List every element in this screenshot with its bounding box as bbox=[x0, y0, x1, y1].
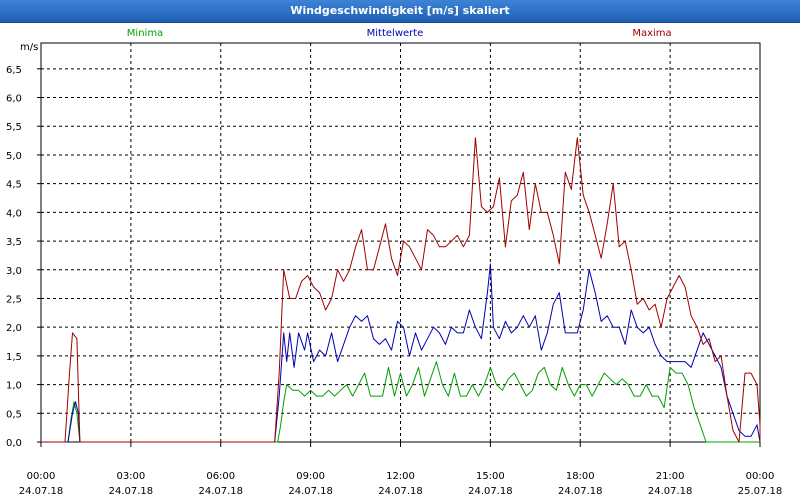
chart-window: Windgeschwindigkeit [m/s] skaliert m/s 0,… bbox=[0, 0, 800, 500]
y-tick-label: 2,0 bbox=[6, 323, 22, 334]
y-tick-label: 5,0 bbox=[6, 151, 22, 162]
y-tick-label: 3,5 bbox=[6, 237, 22, 248]
x-tick-time-label: 00:00 bbox=[27, 471, 56, 482]
y-tick-label: 4,5 bbox=[6, 180, 22, 191]
y-tick-label: 5,5 bbox=[6, 122, 22, 133]
y-tick-label: 2,5 bbox=[6, 294, 22, 305]
y-tick-label: 0,5 bbox=[6, 409, 22, 420]
x-tick-date-label: 24.07.18 bbox=[648, 486, 693, 497]
legend-entry-mittelwerte: Mittelwerte bbox=[367, 28, 424, 39]
y-tick-label: 4,0 bbox=[6, 208, 22, 219]
legend-entry-maxima: Maxima bbox=[632, 28, 671, 39]
chart: m/s 0,0 0,5 1,0 1,5 2,0 2,5 3,0 3,5 4,0 4,5 5,0 5,5 6… bbox=[6, 28, 783, 497]
y-tick-label: 0,0 bbox=[6, 438, 22, 449]
x-tick-date-label: 24.07.18 bbox=[468, 486, 513, 497]
x-tick-time-label: 03:00 bbox=[116, 471, 145, 482]
x-tick-time-label: 00:00 bbox=[746, 471, 775, 482]
x-tick-time-label: 15:00 bbox=[476, 471, 505, 482]
x-tick-date-label: 24.07.18 bbox=[288, 486, 333, 497]
x-tick-date-label: 24.07.18 bbox=[109, 486, 154, 497]
legend-entry-minima: Minima bbox=[127, 28, 163, 39]
x-tick-time-label: 21:00 bbox=[656, 471, 685, 482]
y-tick-label: 6,5 bbox=[6, 65, 22, 76]
x-tick-time-label: 18:00 bbox=[566, 471, 595, 482]
y-tick-label: 3,0 bbox=[6, 266, 22, 277]
x-tick-time-label: 09:00 bbox=[296, 471, 325, 482]
y-tick-label: 1,0 bbox=[6, 381, 22, 392]
x-tick-date-label: 24.07.18 bbox=[558, 486, 603, 497]
x-tick-time-label: 12:00 bbox=[386, 471, 415, 482]
y-axis-label: m/s bbox=[20, 42, 38, 53]
y-tick-label: 6,0 bbox=[6, 94, 22, 105]
x-tick-date-label: 25.07.18 bbox=[738, 486, 783, 497]
x-tick-date-label: 24.07.18 bbox=[378, 486, 423, 497]
x-tick-date-label: 24.07.18 bbox=[198, 486, 243, 497]
x-tick-date-label: 24.07.18 bbox=[19, 486, 64, 497]
x-tick-time-label: 06:00 bbox=[206, 471, 235, 482]
y-tick-label: 1,5 bbox=[6, 352, 22, 363]
